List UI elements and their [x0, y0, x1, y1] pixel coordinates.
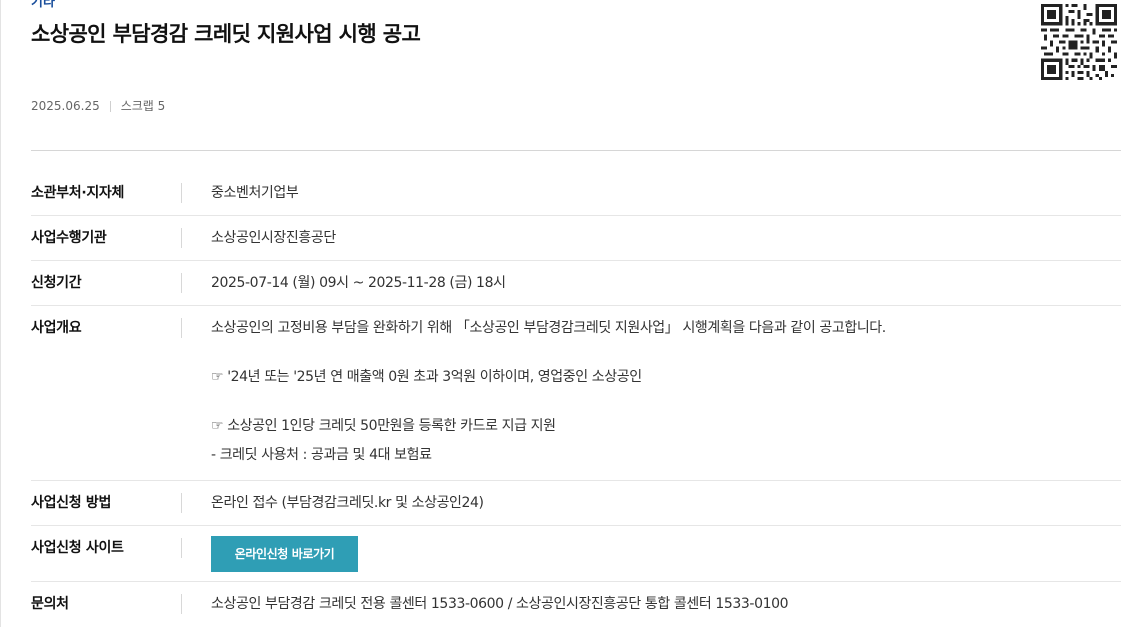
row-label: 사업신청 사이트: [31, 540, 124, 556]
category-label: 기타: [31, 0, 55, 10]
post-meta: 2025.06.25 스크랩 5: [31, 97, 165, 115]
info-row-department: 소관부처·지자체 중소벤처기업부: [31, 171, 1121, 216]
row-value: 온라인 접수 (부담경감크레딧.kr 및 소상공인24): [211, 495, 484, 511]
row-value: 중소벤처기업부: [211, 185, 299, 201]
info-row-period: 신청기간 2025-07-14 (월) 09시 ~ 2025-11-28 (금)…: [31, 261, 1121, 306]
overview-line: - 크레딧 사용처 : 공과금 및 4대 보험료: [211, 447, 432, 463]
overview-line: ☞ 소상공인 1인당 크레딧 50만원을 등록한 카드로 지급 지원: [211, 418, 556, 434]
row-divider: [181, 273, 182, 293]
row-divider: [181, 493, 182, 513]
meta-divider: [109, 100, 111, 112]
row-divider: [181, 228, 182, 248]
info-row-agency: 사업수행기관 소상공인시장진흥공단: [31, 216, 1121, 261]
scrap-count[interactable]: 스크랩 5: [121, 97, 166, 115]
info-table: 소관부처·지자체 중소벤처기업부 사업수행기관 소상공인시장진흥공단 신청기간 …: [31, 171, 1121, 627]
row-label: 사업신청 방법: [31, 495, 112, 511]
qr-code-icon: [1041, 4, 1117, 80]
header-divider: [31, 150, 1121, 151]
online-apply-button[interactable]: 온라인신청 바로가기: [211, 536, 358, 572]
row-label: 사업개요: [31, 320, 82, 336]
row-label: 소관부처·지자체: [31, 185, 125, 201]
info-row-overview: 사업개요 소상공인의 고정비용 부담을 완화하기 위해 「소상공인 부담경감크레…: [31, 306, 1121, 481]
row-divider: [181, 594, 182, 614]
row-value: 소상공인의 고정비용 부담을 완화하기 위해 「소상공인 부담경감크레딧 지원사…: [211, 318, 1121, 465]
info-row-contact: 문의처 소상공인 부담경감 크레딧 전용 콜센터 1533-0600 / 소상공…: [31, 582, 1121, 627]
info-row-site: 사업신청 사이트 온라인신청 바로가기: [31, 526, 1121, 582]
row-divider: [181, 318, 182, 338]
info-row-method: 사업신청 방법 온라인 접수 (부담경감크레딧.kr 및 소상공인24): [31, 481, 1121, 526]
post-date: 2025.06.25: [31, 99, 100, 113]
page-title: 소상공인 부담경감 크레딧 지원사업 시행 공고: [31, 22, 421, 46]
page-left-border: [0, 0, 1, 627]
row-value: 2025-07-14 (월) 09시 ~ 2025-11-28 (금) 18시: [211, 275, 506, 291]
row-value: 소상공인시장진흥공단: [211, 230, 336, 246]
row-label: 사업수행기관: [31, 230, 107, 246]
row-label: 신청기간: [31, 275, 82, 291]
row-value: 소상공인 부담경감 크레딧 전용 콜센터 1533-0600 / 소상공인시장진…: [211, 596, 789, 612]
row-divider: [181, 538, 182, 558]
row-value: 온라인신청 바로가기: [211, 536, 1121, 572]
overview-line: ☞ '24년 또는 '25년 연 매출액 0원 초과 3억원 이하이며, 영업중…: [211, 369, 642, 385]
overview-line: 소상공인의 고정비용 부담을 완화하기 위해 「소상공인 부담경감크레딧 지원사…: [211, 320, 886, 336]
row-label: 문의처: [31, 596, 69, 612]
row-divider: [181, 183, 182, 203]
